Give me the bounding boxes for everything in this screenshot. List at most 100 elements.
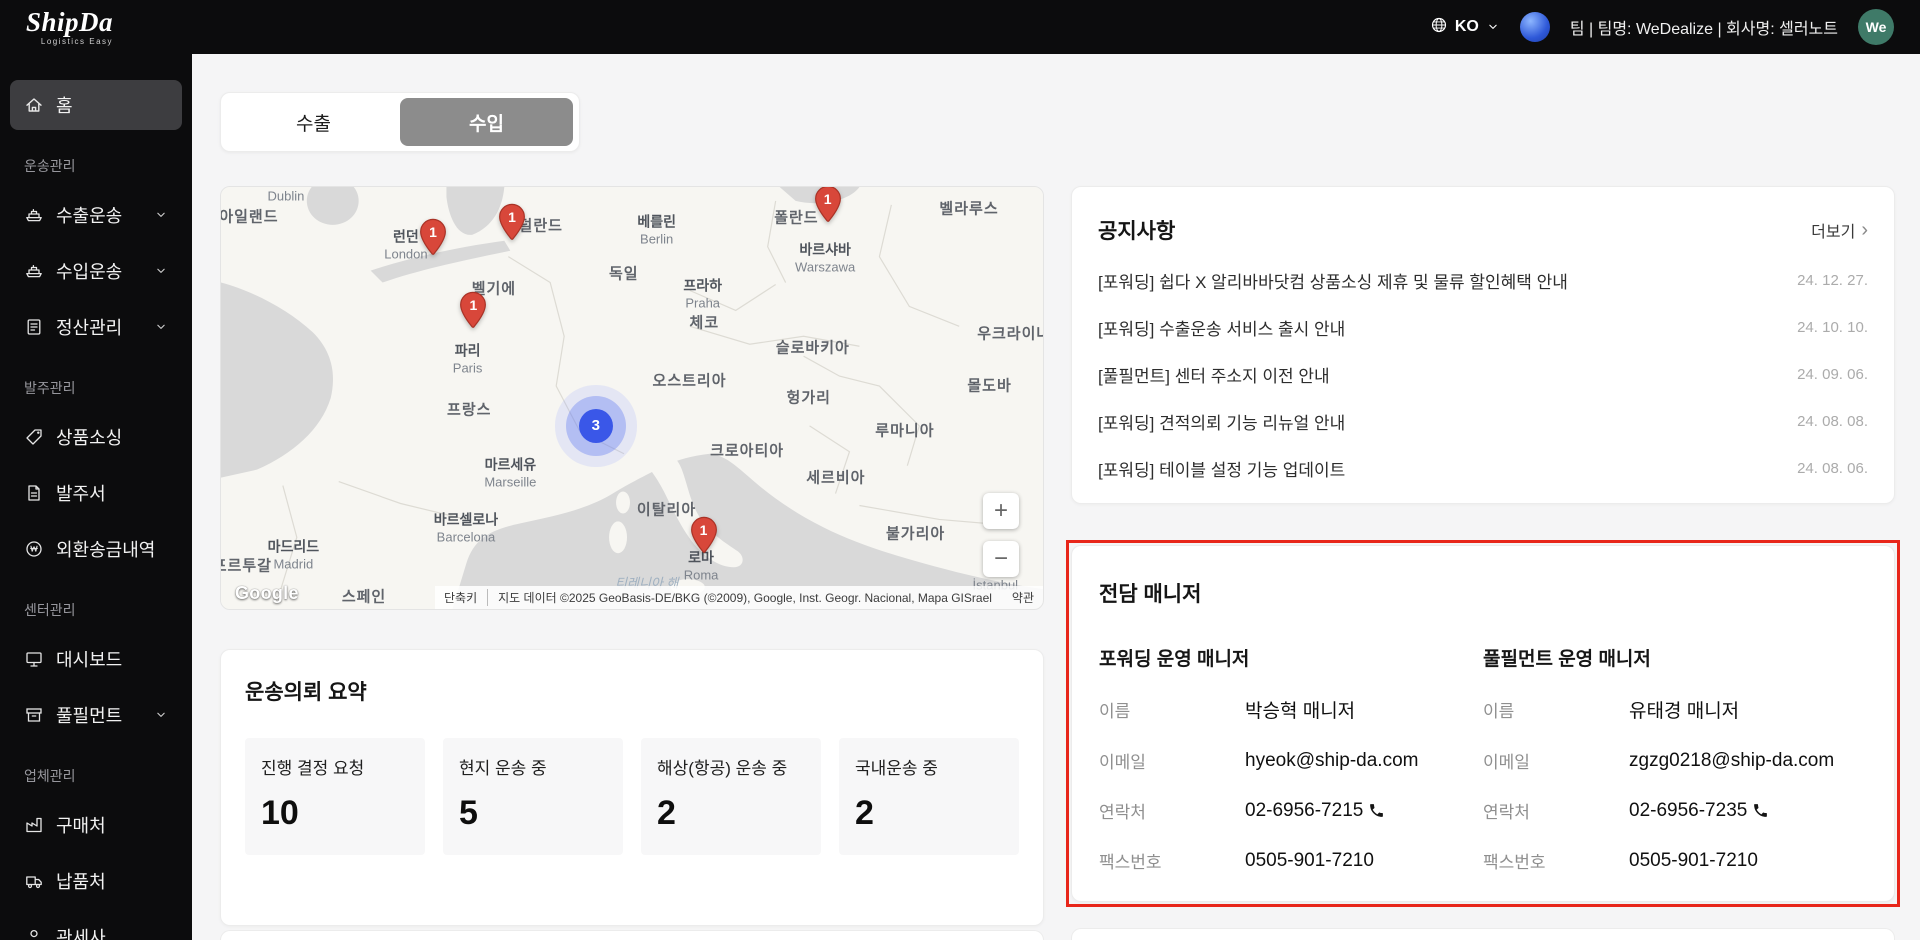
map[interactable]: Dublin아일랜드런던London네덜란드베를린Berlin폴란드바르샤바Wa… xyxy=(220,186,1044,610)
sidebar-item-fx-remittance[interactable]: 외환송금내역 xyxy=(10,524,182,574)
notice-text: [포워딩] 테이블 설정 기능 업데이트 xyxy=(1098,456,1345,481)
phone-icon[interactable] xyxy=(1752,802,1769,819)
manager-row: 이메일hyeok@ship-da.com xyxy=(1099,748,1483,773)
stat-value: 5 xyxy=(459,794,607,833)
chevron-down-icon xyxy=(154,708,168,722)
sidebar-item-export-shipping[interactable]: 수출운송 xyxy=(10,190,182,240)
manager-row-label: 팩스번호 xyxy=(1099,848,1245,873)
stat-card[interactable]: 해상(항공) 운송 중 2 xyxy=(641,738,821,855)
manager-row-value: 02-6956-7215 xyxy=(1245,800,1385,822)
sidebar-item-label: 발주서 xyxy=(56,480,106,506)
sidebar-item-product-sourcing[interactable]: 상품소싱 xyxy=(10,412,182,462)
manager-row: 이메일zgzg0218@ship-da.com xyxy=(1483,748,1867,773)
more-label: 더보기 xyxy=(1811,218,1855,242)
summary-stats: 진행 결정 요청10현지 운송 중5 해상(항공) 운송 중 2 국내운송 중2 xyxy=(245,738,1019,855)
map-terms-link[interactable]: 약관 xyxy=(1012,589,1034,606)
sidebar-item-delivery-vendors[interactable]: 납품처 xyxy=(10,856,182,906)
manager-row: 이름유태경 매니저 xyxy=(1483,696,1867,723)
sidebar-item-purchase-vendors[interactable]: 구매처 xyxy=(10,800,182,850)
notice-item[interactable]: [포워딩] 테이블 설정 기능 업데이트24. 08. 06. xyxy=(1098,445,1868,492)
manager-row-value: zgzg0218@ship-da.com xyxy=(1629,750,1834,772)
notice-text: [포워딩] 쉽다 X 알리바바닷컴 상품소싱 제휴 및 물류 할인혜택 안내 xyxy=(1098,268,1568,293)
sidebar: 홈운송관리수출운송수입운송정산관리발주관리상품소싱발주서외환송금내역센터관리대시… xyxy=(0,54,192,940)
stat-card[interactable]: 국내운송 중2 xyxy=(839,738,1019,855)
sidebar-item-label: 수출운송 xyxy=(56,202,122,228)
team-avatar[interactable] xyxy=(1520,12,1550,42)
chevron-down-icon xyxy=(154,320,168,334)
left-column: Dublin아일랜드런던London네덜란드베를린Berlin폴란드바르샤바Wa… xyxy=(220,186,1044,940)
stat-label: 국내운송 중 xyxy=(855,758,1003,781)
manager-row: 연락처02-6956-7215 xyxy=(1099,798,1483,823)
map-cluster-marker[interactable]: 3 xyxy=(579,409,613,443)
manager-row-label: 이름 xyxy=(1099,697,1245,722)
notice-item[interactable]: [포워딩] 수출운송 서비스 출시 안내24. 10. 10. xyxy=(1098,304,1868,351)
manager-row-label: 팩스번호 xyxy=(1483,848,1629,873)
manager-row: 팩스번호0505-901-7210 xyxy=(1099,848,1483,873)
right-column: 공지사항 더보기 › [포워딩] 쉽다 X 알리바바닷컴 상품소싱 제휴 및 물… xyxy=(1071,186,1895,940)
chevron-down-icon xyxy=(154,264,168,278)
map-shortcuts-button[interactable]: 단축키 xyxy=(444,589,488,606)
sidebar-item-label: 납품처 xyxy=(56,868,106,894)
sidebar-item-label: 홈 xyxy=(56,92,73,118)
ship-icon xyxy=(24,261,44,281)
sidebar-section-label: 발주관리 xyxy=(10,358,182,406)
sidebar-item-dashboard[interactable]: 대시보드 xyxy=(10,634,182,684)
currency-icon xyxy=(24,539,44,559)
manager-card-wrapper: 전담 매니저 포워딩 운영 매니저이름박승혁 매니저이메일hyeok@ship-… xyxy=(1071,545,1895,902)
user-avatar[interactable]: We xyxy=(1858,9,1894,45)
sidebar-item-purchase-order[interactable]: 발주서 xyxy=(10,468,182,518)
map-pin-marker[interactable]: 1 xyxy=(689,517,719,555)
manager-column: 풀필먼트 운영 매니저이름유태경 매니저이메일zgzg0218@ship-da.… xyxy=(1483,644,1867,873)
notice-text: [풀필먼트] 센터 주소지 이전 안내 xyxy=(1098,362,1330,387)
notice-card-header: 공지사항 더보기 › xyxy=(1098,215,1868,245)
stat-label: 해상(항공) 운송 중 xyxy=(657,758,805,781)
manager-column-heading: 풀필먼트 운영 매니저 xyxy=(1483,644,1867,671)
notice-item[interactable]: [포워딩] 견적의뢰 기능 리뉴얼 안내 24. 08. 08. xyxy=(1098,398,1868,445)
sidebar-item-customs-broker[interactable]: 관세사 xyxy=(10,912,182,940)
notice-item[interactable]: [포워딩] 쉽다 X 알리바바닷컴 상품소싱 제휴 및 물류 할인혜택 안내 24… xyxy=(1098,257,1868,304)
manager-row-value: 0505-901-7210 xyxy=(1245,850,1374,872)
tab-import[interactable]: 수입 xyxy=(400,98,573,146)
language-selector[interactable]: KO xyxy=(1430,16,1500,39)
tag-icon xyxy=(24,427,44,447)
map-pin-marker[interactable]: 1 xyxy=(813,186,843,223)
map-pin-marker[interactable]: 1 xyxy=(418,218,448,256)
manager-title: 전담 매니저 xyxy=(1099,578,1867,608)
phone-icon[interactable] xyxy=(1368,802,1385,819)
stat-value: 10 xyxy=(261,794,409,833)
manager-row-label: 연락처 xyxy=(1099,798,1245,823)
globe-icon xyxy=(1430,16,1448,39)
content-columns: Dublin아일랜드런던London네덜란드베를린Berlin폴란드바르샤바Wa… xyxy=(220,186,1895,940)
stat-card[interactable]: 진행 결정 요청10 xyxy=(245,738,425,855)
tab-export[interactable]: 수출 xyxy=(227,98,400,146)
stat-card[interactable]: 현지 운송 중5 xyxy=(443,738,623,855)
zoom-out-button[interactable]: − xyxy=(983,541,1019,577)
manager-row-value: hyeok@ship-da.com xyxy=(1245,750,1418,772)
manager-row-value: 유태경 매니저 xyxy=(1629,696,1739,723)
manager-row: 이름박승혁 매니저 xyxy=(1099,696,1483,723)
sidebar-section-label: 운송관리 xyxy=(10,136,182,184)
manager-column-heading: 포워딩 운영 매니저 xyxy=(1099,644,1483,671)
notice-date: 24. 08. 08. xyxy=(1797,413,1868,430)
map-data-attribution: 지도 데이터 ©2025 GeoBasis-DE/BKG (©2009), Go… xyxy=(498,589,992,606)
sidebar-item-fulfillment[interactable]: 풀필먼트 xyxy=(10,690,182,740)
map-pin-marker[interactable]: 1 xyxy=(458,291,488,329)
sidebar-item-home[interactable]: 홈 xyxy=(10,80,182,130)
notices-more-link[interactable]: 더보기 › xyxy=(1811,218,1868,242)
notice-text: [포워딩] 견적의뢰 기능 리뉴얼 안내 xyxy=(1098,409,1345,434)
sidebar-item-settlement[interactable]: 정산관리 xyxy=(10,302,182,352)
notice-date: 24. 12. 27. xyxy=(1797,272,1868,289)
sidebar-item-import-shipping[interactable]: 수입운송 xyxy=(10,246,182,296)
zoom-in-button[interactable]: + xyxy=(983,493,1019,529)
sidebar-section-label: 업체관리 xyxy=(10,746,182,794)
notice-item[interactable]: [풀필먼트] 센터 주소지 이전 안내24. 09. 06. xyxy=(1098,351,1868,398)
map-attribution: 단축키 지도 데이터 ©2025 GeoBasis-DE/BKG (©2009)… xyxy=(435,586,1043,609)
shipda-logo[interactable]: ShipDa Logistics Easy xyxy=(26,9,113,46)
stat-value: 2 xyxy=(657,794,805,833)
manager-row-value: 02-6956-7235 xyxy=(1629,800,1769,822)
home-icon xyxy=(24,95,44,115)
manager-card: 전담 매니저 포워딩 운영 매니저이름박승혁 매니저이메일hyeok@ship-… xyxy=(1071,545,1895,902)
map-pin-marker[interactable]: 1 xyxy=(497,203,527,241)
manager-row: 팩스번호0505-901-7210 xyxy=(1483,848,1867,873)
partial-card xyxy=(220,930,1044,940)
